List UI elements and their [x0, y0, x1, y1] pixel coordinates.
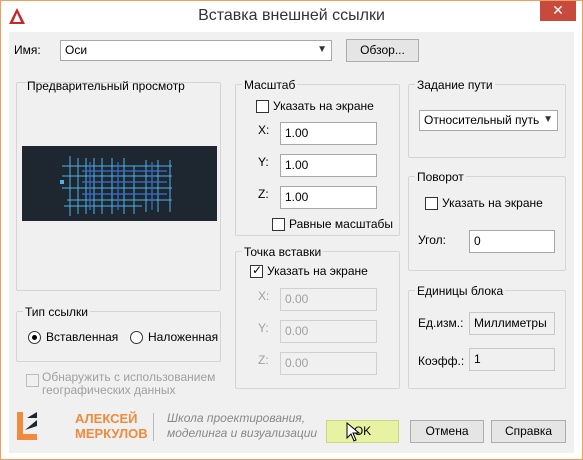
unit-value: Миллиметры: [469, 312, 555, 335]
drawing-preview: [60, 156, 172, 216]
scale-x-input[interactable]: 1.00: [280, 122, 377, 145]
block-units-group: Единицы блока Ед.изм.: Миллиметры Коэфф.…: [408, 284, 566, 389]
factor-label: Коэфф.:: [418, 354, 465, 368]
reference-type-title: Тип ссылки: [23, 305, 90, 319]
path-title: Задание пути: [415, 78, 495, 92]
uniform-scale-label: Равные масштабы: [289, 217, 393, 231]
insertion-y-input[interactable]: 0.00: [280, 320, 377, 343]
angle-label: Угол:: [418, 233, 446, 247]
scale-y-input[interactable]: 1.00: [280, 154, 377, 177]
geo-label-line2: географических данных: [42, 383, 176, 397]
reference-type-group: Тип ссылки Вставленная Наложенная: [16, 305, 221, 362]
path-type-value: Относительный путь: [424, 113, 540, 127]
insertion-title: Точка вставки: [242, 245, 324, 259]
name-dropdown[interactable]: Оси ▼: [60, 40, 332, 61]
brand-name-line2: МЕРКУЛОВ: [75, 426, 148, 441]
rotation-specify-label: Указать на экране: [442, 196, 543, 210]
overlay-radio[interactable]: [130, 331, 143, 344]
factor-value: 1: [469, 348, 555, 371]
brand-logo-icon: [17, 412, 37, 440]
brand-slogan-line1: Школа проектирования,: [167, 411, 306, 425]
scale-title: Масштаб: [242, 78, 298, 92]
geo-checkbox[interactable]: [26, 374, 39, 387]
scale-specify-label: Указать на экране: [273, 99, 374, 113]
scale-specify-checkbox[interactable]: [256, 100, 269, 113]
insertion-x-input[interactable]: 0.00: [280, 288, 377, 311]
attached-label: Вставленная: [46, 330, 119, 344]
insertion-group: Точка вставки Указать на экране X: 0.00 …: [235, 245, 400, 389]
name-label: Имя:: [14, 43, 41, 57]
title-bar: Вставка внешней ссылки ✕: [1, 1, 582, 32]
brand-slogan-line2: моделинга и визуализации: [167, 426, 318, 440]
insertion-specify-checkbox[interactable]: [250, 263, 263, 278]
cancel-button[interactable]: Отмена: [410, 420, 484, 443]
brand-name-line1: АЛЕКСЕЙ: [75, 411, 138, 426]
insertion-specify-label: Указать на экране: [267, 264, 368, 278]
scale-z-input[interactable]: 1.00: [280, 186, 377, 209]
rotation-group: Поворот Указать на экране Угол: 0: [408, 170, 566, 271]
brand-slogan: Школа проектирования, моделинга и визуал…: [167, 411, 317, 441]
path-group: Задание пути Относительный путь ▼: [408, 78, 566, 158]
path-type-dropdown[interactable]: Относительный путь ▼: [419, 110, 558, 131]
rotation-title: Поворот: [415, 170, 466, 184]
preview-image: [22, 146, 217, 221]
overlay-label: Наложенная: [148, 330, 219, 344]
attached-radio[interactable]: [28, 331, 41, 344]
brand-divider: [153, 413, 154, 441]
scale-group: Масштаб Указать на экране X: 1.00 Y: 1.0…: [235, 78, 400, 236]
preview-title: Предварительный просмотр: [27, 79, 185, 93]
scale-y-label: Y:: [258, 155, 269, 169]
window-title: Вставка внешней ссылки: [198, 7, 385, 24]
insertion-z-input[interactable]: 0.00: [280, 352, 377, 375]
geo-label: Обнаружить с использованием географическ…: [42, 371, 215, 397]
unit-label: Ед.изм.:: [418, 316, 464, 330]
scale-x-label: X:: [258, 123, 270, 137]
mouse-cursor-icon: [346, 421, 361, 447]
dialog-body: Имя: Оси ▼ Обзор... Предварительный прос…: [9, 32, 574, 453]
insertion-z-label: Z:: [258, 353, 269, 367]
insertion-y-label: Y:: [258, 321, 269, 335]
help-button[interactable]: Справка: [491, 420, 566, 443]
rotation-specify-checkbox[interactable]: [425, 197, 438, 210]
ok-button[interactable]: OK: [326, 420, 399, 443]
chevron-down-icon: ▼: [543, 114, 553, 125]
scale-z-label: Z:: [258, 187, 269, 201]
browse-button[interactable]: Обзор...: [346, 39, 419, 62]
chevron-down-icon: ▼: [317, 44, 327, 55]
block-units-title: Единицы блока: [415, 284, 506, 298]
uniform-scale-checkbox[interactable]: [272, 218, 285, 231]
insertion-x-label: X:: [258, 289, 270, 303]
dialog-window: Вставка внешней ссылки ✕ Имя: Оси ▼ Обзо…: [0, 0, 583, 460]
preview-group: Предварительный просмотр: [16, 79, 221, 291]
close-button[interactable]: ✕: [540, 1, 576, 21]
name-dropdown-value: Оси: [65, 43, 88, 57]
brand-name: АЛЕКСЕЙ МЕРКУЛОВ: [75, 411, 148, 441]
angle-input[interactable]: 0: [469, 230, 555, 253]
